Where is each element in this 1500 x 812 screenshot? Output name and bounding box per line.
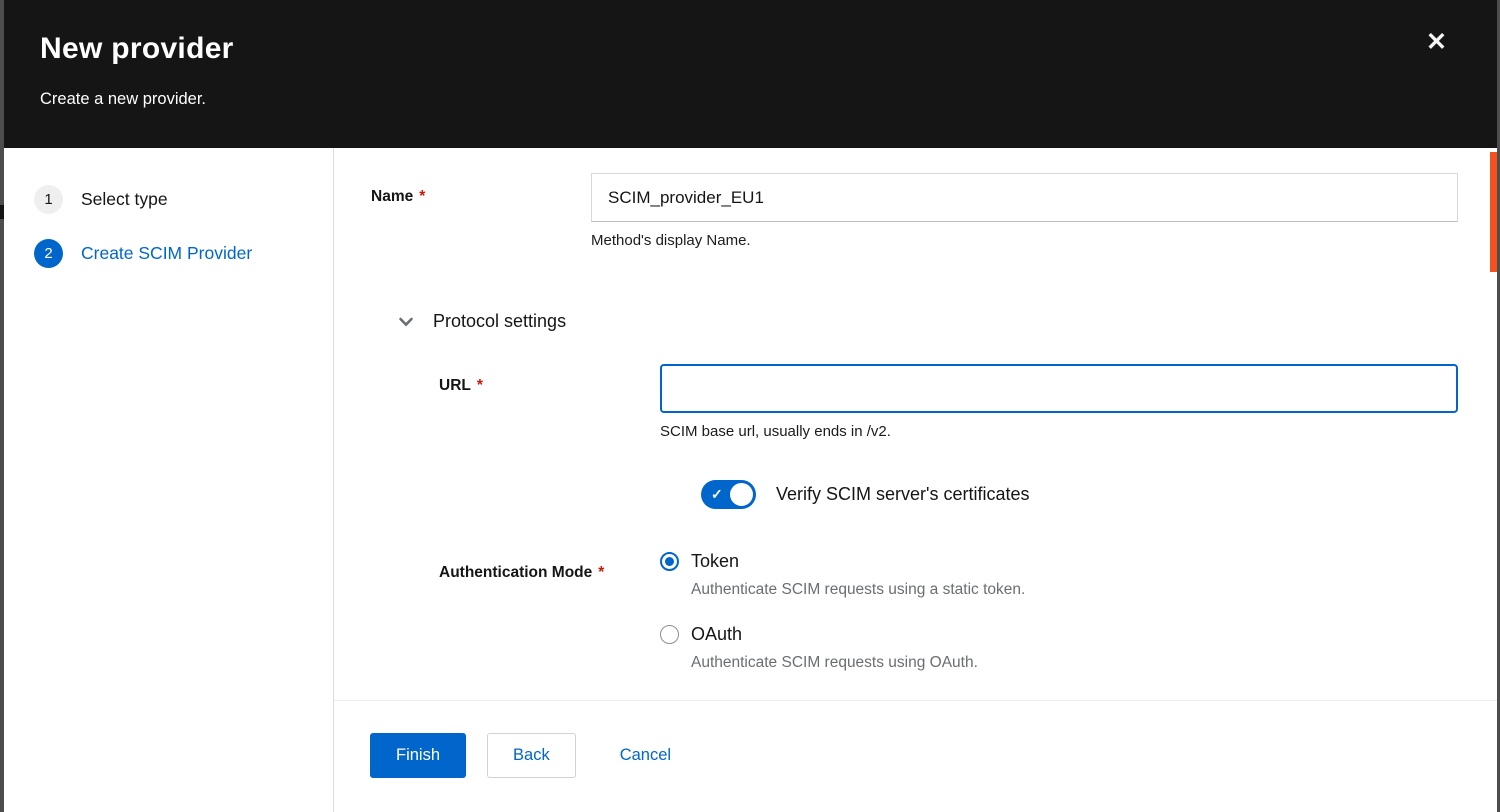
new-provider-modal: New provider Create a new provider. ✕ 1 … (4, 0, 1497, 812)
close-icon[interactable]: ✕ (1426, 30, 1447, 55)
protocol-settings-group: Protocol settings URL* SCIM base url, us… (398, 311, 1458, 697)
radio-unselected-icon[interactable] (660, 625, 679, 644)
wizard-footer: Finish Back Cancel (334, 700, 1497, 812)
oauth-help-text: Authenticate SCIM requests using OAuth. (691, 654, 1458, 672)
page-subtitle: Create a new provider. (40, 90, 1461, 109)
modal-header: New provider Create a new provider. ✕ (4, 0, 1497, 148)
protocol-settings-title: Protocol settings (433, 311, 566, 332)
screen-backdrop: New provider Create a new provider. ✕ 1 … (0, 0, 1500, 812)
name-field-row: Name* Method's display Name. (371, 173, 1458, 249)
token-radio-row[interactable]: Token (660, 551, 1458, 572)
toggle-knob (730, 483, 753, 506)
wizard-step-nav: 1 Select type 2 Create SCIM Provider (4, 148, 334, 812)
check-icon: ✓ (711, 486, 723, 503)
verify-certificates-row: ✓ Verify SCIM server's certificates (701, 480, 1458, 509)
step-label: Select type (81, 189, 168, 210)
cancel-button[interactable]: Cancel (598, 733, 693, 778)
url-help-text: SCIM base url, usually ends in /v2. (660, 423, 1458, 440)
required-asterisk: * (419, 188, 425, 205)
name-help-text: Method's display Name. (591, 232, 1458, 249)
back-button[interactable]: Back (487, 733, 576, 778)
authentication-mode-row: Authentication Mode* Token Authenticate … (398, 551, 1458, 697)
auth-option-token: Token Authenticate SCIM requests using a… (660, 551, 1458, 599)
url-label: URL* (439, 364, 660, 440)
oauth-radio-row[interactable]: OAuth (660, 624, 1458, 645)
url-input[interactable] (660, 364, 1458, 413)
form-panel: Name* Method's display Name. (334, 148, 1497, 812)
form-area: Name* Method's display Name. (334, 148, 1497, 700)
verify-certificates-label: Verify SCIM server's certificates (776, 484, 1030, 505)
step-number-badge: 2 (34, 239, 63, 268)
scrollbar-thumb[interactable] (1490, 152, 1497, 272)
required-asterisk: * (598, 564, 604, 581)
required-asterisk: * (477, 377, 483, 394)
name-input[interactable] (591, 173, 1458, 222)
radio-selected-icon[interactable] (660, 552, 679, 571)
modal-body: 1 Select type 2 Create SCIM Provider Nam… (4, 148, 1497, 812)
wizard-step-create-scim-provider[interactable]: 2 Create SCIM Provider (34, 239, 333, 268)
oauth-radio-label: OAuth (691, 624, 742, 645)
chevron-down-icon (398, 314, 414, 330)
page-title: New provider (40, 32, 1461, 66)
wizard-step-select-type[interactable]: 1 Select type (34, 185, 333, 214)
authentication-mode-label: Authentication Mode* (439, 551, 660, 697)
step-label: Create SCIM Provider (81, 243, 252, 264)
finish-button[interactable]: Finish (370, 733, 466, 778)
auth-option-oauth: OAuth Authenticate SCIM requests using O… (660, 624, 1458, 672)
token-radio-label: Token (691, 551, 739, 572)
step-number-badge: 1 (34, 185, 63, 214)
name-label: Name* (371, 173, 591, 249)
token-help-text: Authenticate SCIM requests using a stati… (691, 581, 1458, 599)
verify-certificates-toggle[interactable]: ✓ (701, 480, 756, 509)
url-field-row: URL* SCIM base url, usually ends in /v2. (398, 364, 1458, 440)
protocol-settings-header[interactable]: Protocol settings (398, 311, 1458, 332)
